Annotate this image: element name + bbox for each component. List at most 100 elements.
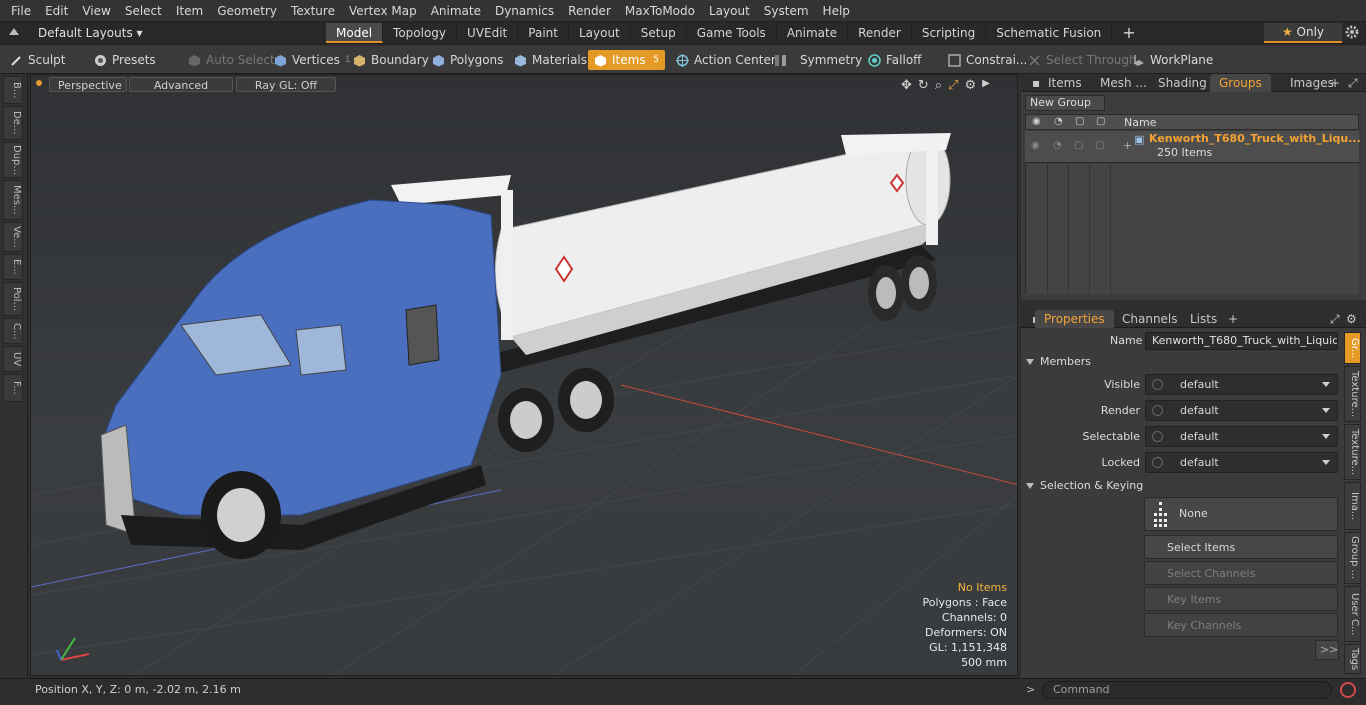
right-tab-group-2[interactable]: Group ... [1344, 532, 1361, 584]
lock-icon[interactable]: ▢ [1075, 116, 1084, 127]
right-tab-texture-1[interactable]: Texture... [1344, 366, 1361, 422]
members-section[interactable]: Members [1026, 353, 1091, 371]
symmetry-button[interactable]: Symmetry [768, 50, 868, 70]
menu-view[interactable]: View [75, 4, 117, 18]
tab-game-tools[interactable]: Game Tools [687, 23, 777, 43]
expand-plus-icon[interactable]: + [1123, 139, 1132, 152]
render-icon[interactable]: ◔ [1054, 116, 1063, 127]
falloff-button[interactable]: Falloff [862, 50, 927, 70]
tab-model[interactable]: Model [326, 23, 384, 43]
tab-setup[interactable]: Setup [631, 23, 687, 43]
tab-render[interactable]: Render [848, 23, 912, 43]
settings-gear-icon[interactable] [1344, 24, 1360, 40]
materials-button[interactable]: Materials [508, 50, 593, 70]
tab-channels[interactable]: Channels [1113, 310, 1187, 328]
selection-keying-section[interactable]: Selection & Keying [1026, 477, 1143, 495]
right-tab-user-channels[interactable]: User C... [1344, 586, 1361, 642]
expand-icon[interactable]: ⤢ [1339, 74, 1366, 92]
presets-button[interactable]: Presets [88, 50, 162, 70]
tab-animate[interactable]: Animate [777, 23, 849, 43]
menu-dynamics[interactable]: Dynamics [488, 4, 561, 18]
tab-schematic-fusion[interactable]: Schematic Fusion [986, 23, 1113, 43]
advanced-button[interactable]: Advanced [129, 77, 233, 92]
select-items-button[interactable]: Select Items [1144, 535, 1338, 559]
name-input[interactable]: Kenworth_T680_Truck_with_Liquid_Na [1145, 332, 1338, 350]
move-icon[interactable]: ✥ [901, 78, 912, 93]
menu-edit[interactable]: Edit [38, 4, 75, 18]
group-row[interactable]: ◉ ◔ ▢ ▢ + ▣ Kenworth_T680_Truck_with_Liq… [1025, 131, 1361, 163]
left-tab-curve[interactable]: C... [3, 318, 23, 344]
menu-animate[interactable]: Animate [424, 4, 488, 18]
tab-properties[interactable]: Properties [1035, 310, 1114, 328]
left-tab-fusion[interactable]: F... [3, 374, 23, 402]
visible-dropdown[interactable]: default [1145, 374, 1338, 395]
key-items-button[interactable]: Key Items [1144, 587, 1338, 611]
menu-layout[interactable]: Layout [702, 4, 757, 18]
fit-icon[interactable]: ⤢ [948, 78, 958, 93]
menu-maxtomodo[interactable]: MaxToModo [618, 4, 702, 18]
gear-icon[interactable]: ⚙ [965, 78, 977, 93]
locked-dropdown[interactable]: default [1145, 452, 1338, 473]
row-select-icon[interactable]: ▢ [1095, 140, 1104, 151]
tab-mesh[interactable]: Mesh ... [1091, 74, 1156, 92]
row-eye-icon[interactable]: ◉ [1031, 140, 1040, 151]
tab-groups[interactable]: Groups [1210, 74, 1271, 92]
select-channels-button[interactable]: Select Channels [1144, 561, 1338, 585]
row-render-icon[interactable]: ◔ [1053, 140, 1062, 151]
menu-vertex-map[interactable]: Vertex Map [342, 4, 424, 18]
new-group-button[interactable]: New Group [1025, 95, 1105, 111]
menu-geometry[interactable]: Geometry [210, 4, 284, 18]
row-lock-icon[interactable]: ▢ [1074, 140, 1083, 151]
tab-layout[interactable]: Layout [569, 23, 631, 43]
left-tab-basic[interactable]: B... [3, 76, 23, 104]
command-input[interactable]: Command [1042, 681, 1332, 699]
perspective-button[interactable]: Perspective [49, 77, 127, 92]
zoom-icon[interactable]: ⌕ [935, 78, 942, 93]
props-add-tab-icon[interactable]: + [1219, 310, 1247, 328]
constraints-button[interactable]: Constrai... [942, 50, 1033, 70]
viewport-indicator-dot[interactable] [36, 80, 42, 86]
menu-select[interactable]: Select [118, 4, 169, 18]
left-tab-deform[interactable]: De... [3, 106, 23, 140]
only-toggle[interactable]: ★ Only [1264, 23, 1342, 43]
more-button[interactable]: >> [1315, 640, 1339, 660]
menu-system[interactable]: System [757, 4, 816, 18]
left-tab-vertex[interactable]: Ve... [3, 222, 23, 252]
render-dropdown[interactable]: default [1145, 400, 1338, 421]
left-tab-edge[interactable]: E... [3, 254, 23, 280]
key-channels-button[interactable]: Key Channels [1144, 613, 1338, 637]
selectable-dropdown[interactable]: default [1145, 426, 1338, 447]
eye-icon[interactable]: ◉ [1032, 116, 1041, 127]
menu-texture[interactable]: Texture [284, 4, 342, 18]
rotate-icon[interactable]: ↻ [918, 78, 929, 93]
tab-items[interactable]: Items [1039, 74, 1091, 92]
select-icon[interactable]: ▢ [1096, 116, 1105, 127]
none-button[interactable]: None [1144, 497, 1338, 531]
workplane-button[interactable]: WorkPlane [1126, 50, 1219, 70]
props-gear-icon[interactable]: ⚙ [1337, 310, 1366, 328]
3d-viewport[interactable]: Perspective Advanced Ray GL: Off ✥ ↻ ⌕ ⤢… [30, 74, 1018, 676]
tab-topology[interactable]: Topology [383, 23, 458, 43]
right-tab-tags[interactable]: Tags [1344, 644, 1361, 674]
tab-uvedit[interactable]: UVEdit [457, 23, 519, 43]
menu-render[interactable]: Render [561, 4, 618, 18]
menu-file[interactable]: File [4, 4, 38, 18]
tab-shading[interactable]: Shading [1149, 74, 1216, 92]
action-center-button[interactable]: Action Center [670, 50, 782, 70]
menu-help[interactable]: Help [816, 4, 857, 18]
boundary-button[interactable]: Boundary [347, 50, 435, 70]
vertices-button[interactable]: Vertices 1 [268, 50, 357, 70]
left-tab-polygon[interactable]: Pol... [3, 282, 23, 316]
items-button[interactable]: Items 5 [588, 50, 665, 70]
arrow-up-icon[interactable] [8, 26, 20, 38]
default-layouts-dropdown[interactable]: Default Layouts ▾ [30, 25, 151, 41]
left-tab-duplicate[interactable]: Dup... [3, 142, 23, 178]
command-arrow-icon[interactable]: > [1026, 683, 1035, 696]
polygons-button[interactable]: Polygons [426, 50, 509, 70]
menu-item[interactable]: Item [169, 4, 210, 18]
left-tab-mesh-edit[interactable]: Mes... [3, 180, 23, 220]
sculpt-button[interactable]: Sculpt [4, 50, 71, 70]
tab-scripting[interactable]: Scripting [912, 23, 987, 43]
play-icon[interactable]: ▶ [982, 78, 990, 93]
right-tab-texture-2[interactable]: Texture... [1344, 424, 1361, 480]
